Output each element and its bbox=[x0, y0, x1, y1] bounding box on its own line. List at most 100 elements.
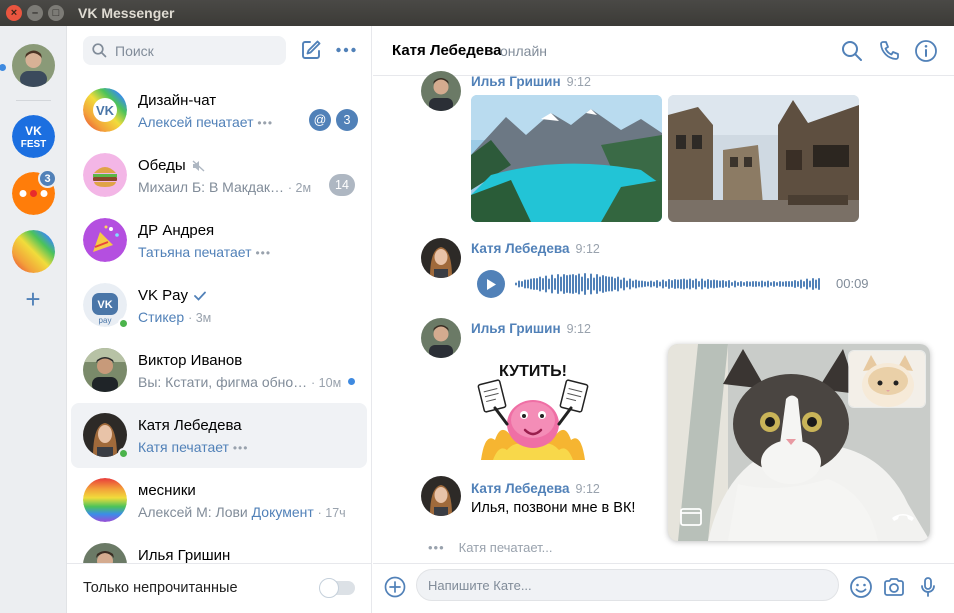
chat-name: Виктор Иванов bbox=[138, 352, 243, 369]
waveform-bar bbox=[773, 281, 775, 287]
chat-time: · 2м bbox=[287, 181, 312, 195]
chat-name: месники bbox=[138, 482, 196, 499]
window-maximize-button[interactable]: □ bbox=[48, 5, 64, 21]
video-self-preview[interactable] bbox=[848, 350, 926, 408]
waveform-bar bbox=[707, 279, 709, 289]
play-button[interactable] bbox=[477, 270, 505, 298]
chat-item-design[interactable]: VK Дизайн-чат Алексей печатает ••• @ 3 bbox=[71, 78, 367, 143]
waveform-bar bbox=[557, 274, 559, 294]
waveform-bar bbox=[602, 275, 604, 293]
sticker-attachment[interactable]: КУТИТЬ! bbox=[471, 352, 595, 460]
typing-indicator: ••• bbox=[255, 246, 272, 260]
waveform-bar bbox=[527, 279, 529, 289]
phone-icon[interactable] bbox=[877, 39, 901, 63]
waveform-bar bbox=[728, 280, 730, 288]
waveform-bar bbox=[665, 281, 667, 287]
chat-avatar bbox=[83, 218, 127, 262]
waveform-bar bbox=[662, 279, 664, 289]
voice-waveform[interactable] bbox=[515, 270, 823, 298]
waveform-bar bbox=[626, 280, 628, 288]
waveform-bar bbox=[674, 279, 676, 289]
screen-share-icon[interactable] bbox=[680, 508, 702, 526]
message-avatar[interactable] bbox=[421, 318, 461, 358]
waveform-bar bbox=[761, 280, 763, 288]
folder-rainbow[interactable] bbox=[12, 230, 55, 273]
message-time: 9:12 bbox=[575, 482, 600, 496]
waveform-bar bbox=[650, 280, 652, 288]
online-indicator bbox=[118, 448, 129, 459]
chat-name: VK Pay bbox=[138, 287, 189, 304]
emoji-icon[interactable] bbox=[849, 575, 873, 599]
chat-name: Илья Гришин bbox=[138, 547, 231, 564]
chat-preview: Алексей М: Лови bbox=[138, 504, 252, 520]
typing-text: Катя печатает... bbox=[458, 540, 553, 555]
chat-item-avengers[interactable]: месники Алексей М: Лови Документ · 17ч bbox=[71, 468, 367, 533]
waveform-bar bbox=[581, 276, 583, 292]
message-avatar[interactable] bbox=[421, 476, 461, 516]
compose-icon[interactable] bbox=[300, 39, 322, 61]
waveform-bar bbox=[803, 281, 805, 287]
waveform-bar bbox=[740, 281, 742, 287]
chat-item-vkpay[interactable]: VK pay VK Pay Стикер · 3м bbox=[71, 273, 367, 338]
chat-preview: Алексей печатает bbox=[138, 114, 254, 130]
video-call-window[interactable] bbox=[668, 344, 930, 541]
chat-preview-link[interactable]: Документ bbox=[252, 504, 314, 520]
chat-item-katya[interactable]: Катя Лебедева Катя печатает ••• bbox=[71, 403, 367, 468]
search-input[interactable]: Поиск bbox=[83, 36, 286, 65]
waveform-bar bbox=[704, 280, 706, 288]
unread-only-toggle[interactable] bbox=[319, 578, 355, 598]
waveform-bar bbox=[797, 281, 799, 287]
message-input-placeholder: Напишите Кате... bbox=[428, 577, 532, 593]
typing-status: ••• Катя печатает... bbox=[428, 540, 553, 555]
waveform-bar bbox=[614, 278, 616, 290]
conversation-title[interactable]: Катя Лебедева bbox=[392, 42, 501, 59]
chat-time: · 17ч bbox=[317, 506, 346, 520]
folder-unread-badge: 3 bbox=[38, 169, 57, 188]
waveform-bar bbox=[551, 274, 553, 294]
waveform-bar bbox=[593, 277, 595, 291]
message-avatar[interactable] bbox=[421, 238, 461, 278]
message-author: Илья Гришин 9:12 bbox=[471, 74, 591, 89]
waveform-bar bbox=[578, 273, 580, 295]
waveform-bar bbox=[731, 282, 733, 286]
play-icon bbox=[487, 278, 496, 290]
mic-icon[interactable] bbox=[916, 575, 940, 599]
plus-icon[interactable] bbox=[384, 576, 406, 598]
chat-item-lunch[interactable]: Обеды Михаил Б: В Макдак… · 2м 14 bbox=[71, 143, 367, 208]
message-composer: Напишите Кате... bbox=[373, 563, 954, 613]
chat-item-birthday[interactable]: ДР Андрея Татьяна печатает ••• bbox=[71, 208, 367, 273]
search-icon[interactable] bbox=[840, 39, 864, 63]
waveform-bar bbox=[719, 280, 721, 288]
chat-name: ДР Андрея bbox=[138, 222, 215, 239]
profile-unread-dot bbox=[0, 64, 6, 71]
waveform-bar bbox=[572, 274, 574, 294]
profile-avatar[interactable] bbox=[12, 44, 55, 87]
chat-item-viktor[interactable]: Виктор Иванов Вы: Кстати, фигма обно… · … bbox=[71, 338, 367, 403]
window-minimize-button[interactable]: – bbox=[27, 5, 43, 21]
waveform-bar bbox=[806, 278, 808, 290]
more-icon[interactable] bbox=[335, 39, 357, 61]
message-input[interactable]: Напишите Кате... bbox=[416, 569, 839, 601]
waveform-bar bbox=[644, 281, 646, 287]
folder-vk-fest[interactable]: VK FEST bbox=[12, 115, 55, 158]
waveform-bar bbox=[668, 279, 670, 289]
message-author: Катя Лебедева 9:12 bbox=[471, 241, 600, 256]
photo-attachment-street[interactable] bbox=[668, 95, 859, 222]
waveform-bar bbox=[647, 281, 649, 287]
message-avatar[interactable] bbox=[421, 71, 461, 111]
hangup-icon[interactable] bbox=[890, 508, 916, 526]
waveform-bar bbox=[539, 276, 541, 292]
window-close-button[interactable]: × bbox=[6, 5, 22, 21]
photo-attachment-lake[interactable] bbox=[471, 95, 662, 222]
camera-icon[interactable] bbox=[882, 575, 906, 599]
info-icon[interactable] bbox=[914, 39, 938, 63]
message-time: 9:12 bbox=[566, 75, 591, 89]
chat-avatar bbox=[83, 348, 127, 392]
waveform-bar bbox=[617, 276, 619, 292]
waveform-bar bbox=[518, 280, 520, 288]
waveform-bar bbox=[584, 273, 586, 295]
waveform-bar bbox=[677, 279, 679, 289]
search-icon bbox=[92, 43, 107, 58]
add-folder-button[interactable]: + bbox=[22, 286, 44, 312]
folders-rail: VK FEST 3 + bbox=[0, 26, 67, 613]
